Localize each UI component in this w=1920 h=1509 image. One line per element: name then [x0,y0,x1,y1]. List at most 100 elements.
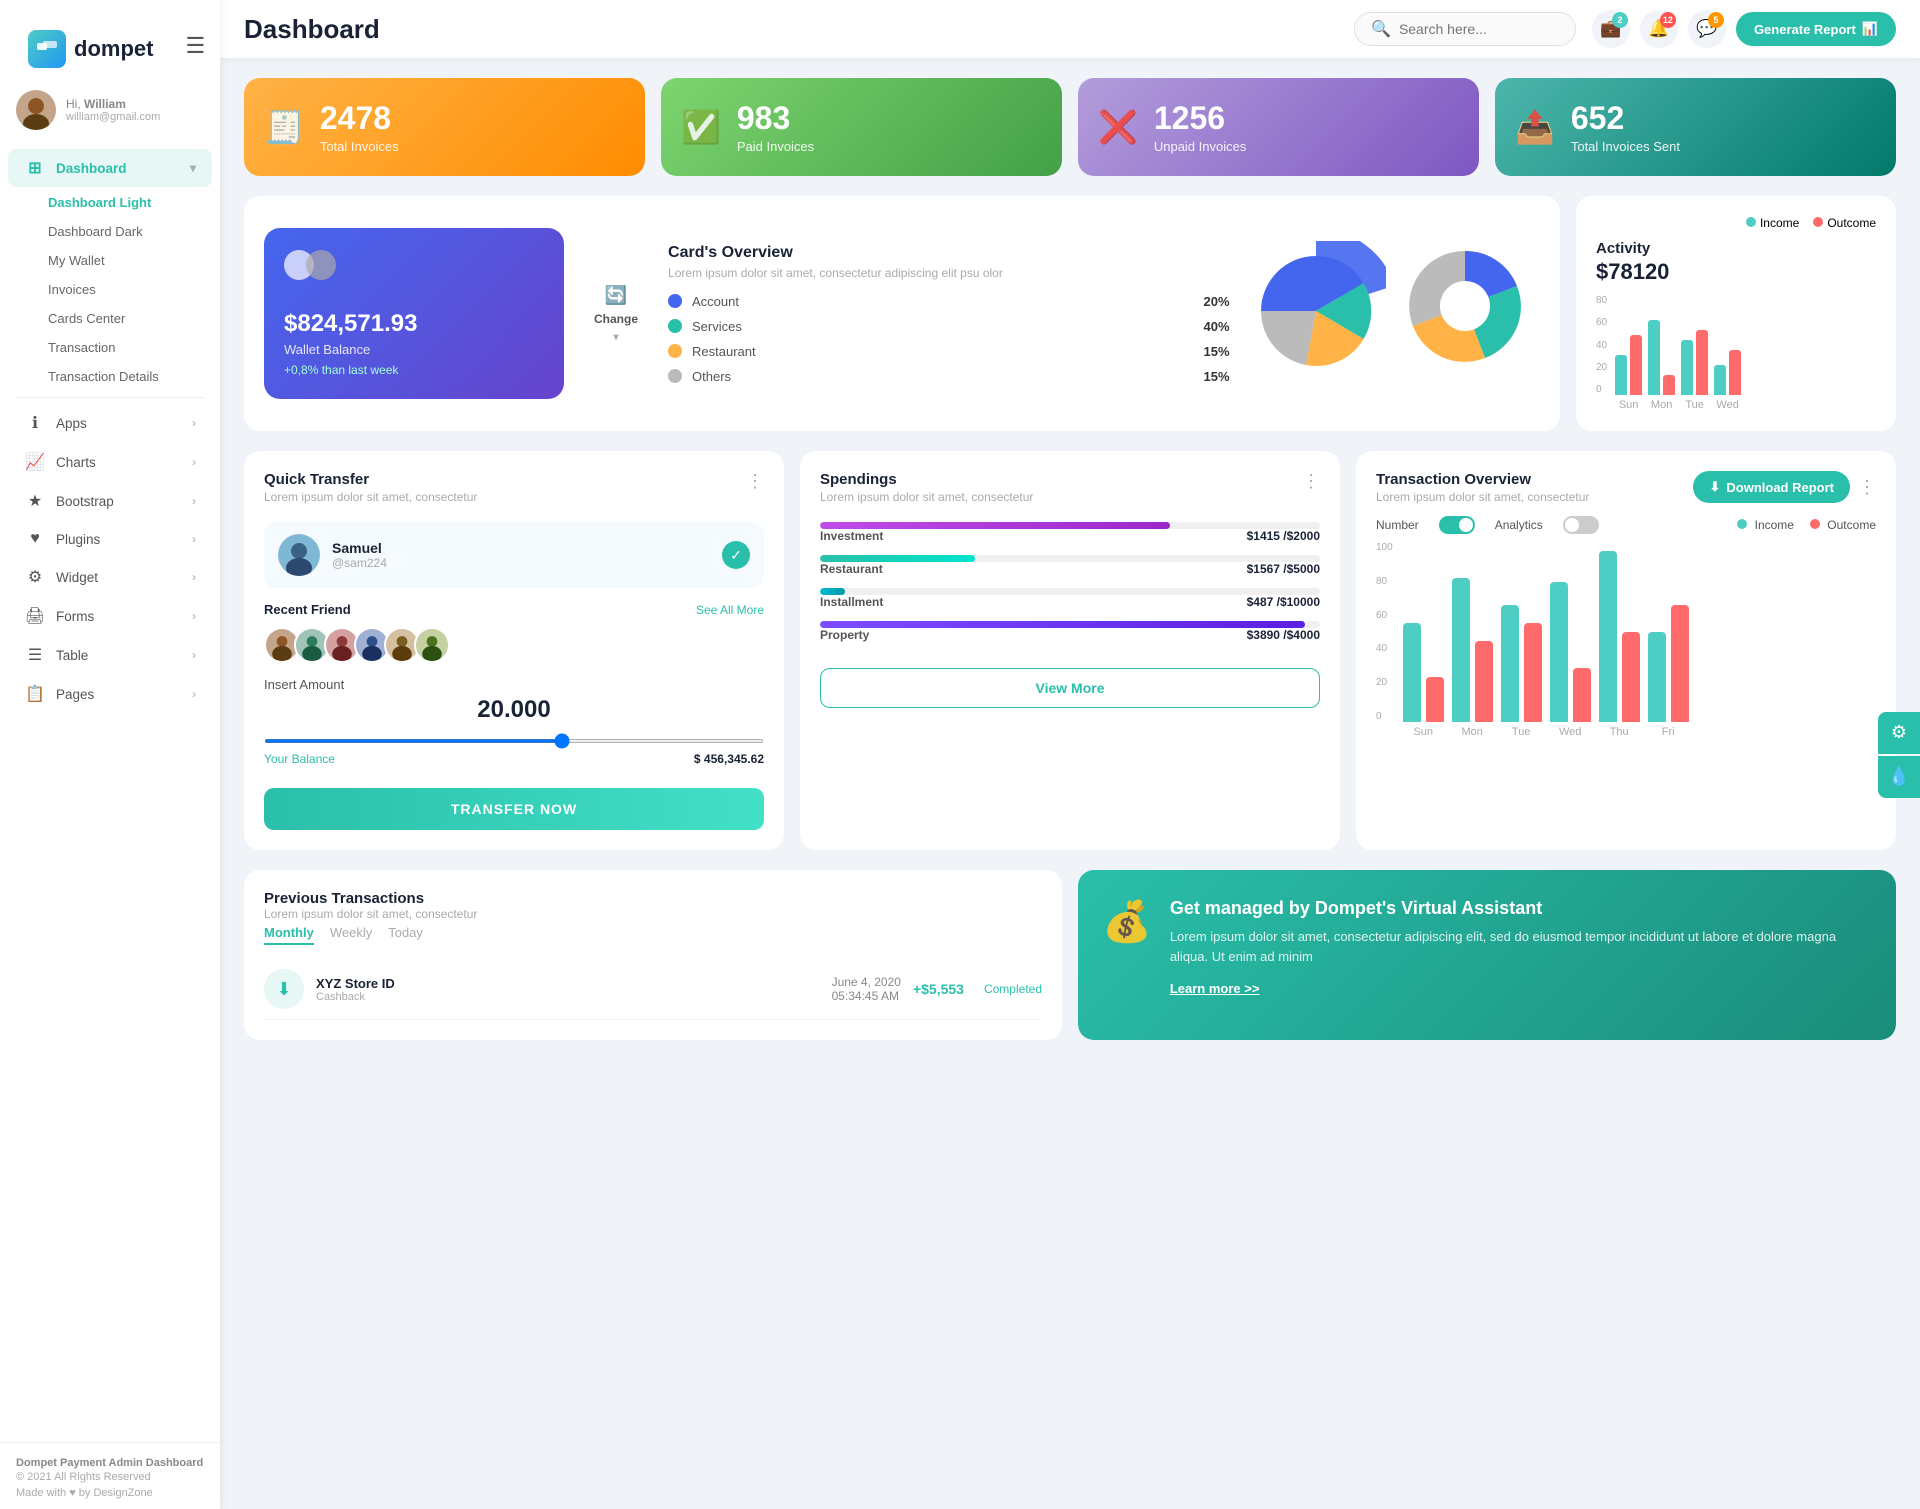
contact-name: Samuel [332,540,387,556]
spendings-desc: Lorem ipsum dolor sit amet, consectetur [820,490,1033,504]
transfer-now-button[interactable]: TRANSFER NOW [264,788,764,830]
prev-transactions-panel: Previous Transactions Lorem ipsum dolor … [244,870,1062,1040]
wallet-icon-btn[interactable]: 💼 2 [1592,10,1630,48]
water-drop-side-button[interactable]: 💧 [1878,756,1920,798]
va-icon: 💰 [1102,898,1152,945]
nav-sub-invoices[interactable]: Invoices [0,275,220,304]
chevron-right-icon-3: › [192,494,196,508]
charts-icon: 📈 [24,452,46,472]
overview-items: Account 20% Services 40% Restaurant 15% [668,294,1230,384]
installment-bar-fill [820,588,845,595]
balance-row: Your Balance $ 456,345.62 [264,752,764,766]
view-more-button[interactable]: View More [820,668,1320,708]
spendings-more-icon[interactable]: ⋮ [1302,471,1320,492]
big-chart-labels: Sun Mon Tue Wed Thu Fri [1403,726,1689,738]
nav-sub-dashboard-light[interactable]: Dashboard Light [0,188,220,217]
tab-monthly[interactable]: Monthly [264,925,314,945]
nav-item-pages[interactable]: 📋 Pages › [8,675,212,713]
search-icon: 🔍 [1371,19,1391,39]
bell-icon-btn[interactable]: 🔔 12 [1640,10,1678,48]
pie-chart [1246,241,1540,386]
overview-item-account: Account 20% [668,294,1230,309]
tx-income-legend: Income [1737,518,1794,532]
topbar: Dashboard 🔍 💼 2 🔔 12 💬 5 Generate Report… [220,0,1920,58]
refresh-icon: 🔄 [605,285,627,306]
wallet-circles [284,250,336,280]
dashboard-icon: ⊞ [24,158,46,178]
download-report-button[interactable]: ⬇ Download Report [1693,471,1850,503]
nav-item-table[interactable]: ☰ Table › [8,636,212,674]
tab-today[interactable]: Today [388,925,423,945]
bar-group-sun [1615,335,1642,395]
balance-label: Your Balance [264,752,335,766]
avatar [16,90,56,130]
nav-sub-transaction[interactable]: Transaction [0,333,220,362]
nav-item-charts[interactable]: 📈 Charts › [8,443,212,481]
footer-made: Made with ♥ by DesignZone [16,1487,204,1499]
spendings-title: Spendings [820,471,1033,488]
tx-outcome-legend: Outcome [1810,518,1876,532]
user-info: Hi, William william@gmail.com [66,97,160,123]
nav-item-plugins[interactable]: ♥ Plugins › [8,521,212,557]
spending-installment: Installment $487 /$10000 [820,588,1320,609]
tab-weekly[interactable]: Weekly [330,925,372,945]
tx-toggles: Number Analytics Income Outcome [1376,516,1876,534]
nav-sub-transaction-details[interactable]: Transaction Details [0,362,220,391]
chart-bar-icon: 📊 [1862,21,1878,37]
nav-sub-cards-center[interactable]: Cards Center [0,304,220,333]
generate-report-button[interactable]: Generate Report 📊 [1736,12,1896,46]
friends-avatars [264,627,764,663]
amount-slider[interactable] [264,739,764,743]
search-bar: 🔍 [1354,12,1576,46]
nav-item-dashboard[interactable]: ⊞ Dashboard ▾ [8,149,212,187]
settings-side-button[interactable]: ⚙ [1878,712,1920,754]
big-bar-tue [1501,605,1542,722]
see-all-link[interactable]: See All More [696,603,764,617]
others-dot [668,369,682,383]
more-options-icon[interactable]: ⋮ [746,471,764,492]
va-learn-more-link[interactable]: Learn more >> [1170,981,1260,996]
stat-num-paid: 983 [737,100,814,137]
hamburger-icon[interactable]: ☰ [169,15,221,77]
footer-brand: Dompet Payment Admin Dashboard [16,1457,204,1469]
spending-property: Property $3890 /$4000 [820,621,1320,642]
analytics-knob [1565,518,1579,532]
footer-made-text: Made with ♥ by DesignZone [16,1487,153,1499]
sidebar-footer: Dompet Payment Admin Dashboard © 2021 Al… [0,1442,220,1509]
number-toggle[interactable] [1439,516,1475,534]
overview-title: Card's Overview [668,244,1230,262]
nav-label-pages: Pages [56,687,94,702]
change-button[interactable]: 🔄 Change ▾ [580,277,652,351]
wallet-amount: $824,571.93 [284,310,544,338]
bar-chart [1615,295,1741,395]
stat-label-paid: Paid Invoices [737,139,814,154]
bootstrap-icon: ★ [24,491,46,511]
chat-icon-btn[interactable]: 💬 5 [1688,10,1726,48]
chevron-right-icon-7: › [192,648,196,662]
nav-sub-dashboard-dark[interactable]: Dashboard Dark [0,217,220,246]
stat-label-total: Total Invoices [320,139,399,154]
spending-restaurant: Restaurant $1567 /$5000 [820,555,1320,576]
nav-item-widget[interactable]: ⚙ Widget › [8,558,212,596]
contact-handle: @sam224 [332,556,387,570]
nav-item-apps[interactable]: ℹ Apps › [8,404,212,442]
activity-panel: Income Outcome Activity $78120 020406080 [1576,196,1896,431]
bar-group-tue [1681,330,1708,395]
card-panel: $824,571.93 Wallet Balance +0,8% than la… [244,196,1560,431]
analytics-toggle[interactable] [1563,516,1599,534]
chevron-right-icon-8: › [192,687,196,701]
tx-row-amount: +$5,553 [913,981,964,997]
search-input[interactable] [1399,21,1559,37]
nav-label-table: Table [56,648,88,663]
wallet-card: $824,571.93 Wallet Balance +0,8% than la… [264,228,564,399]
table-row: ⬇ XYZ Store ID Cashback June 4, 2020 05:… [264,959,1042,1020]
big-bar-chart [1403,542,1689,722]
tx-more-icon[interactable]: ⋮ [1858,477,1876,498]
restaurant-bar-fill [820,555,975,562]
stat-num-unpaid: 1256 [1154,100,1247,137]
nav-item-forms[interactable]: 🖨 Forms › [8,597,212,635]
tx-actions: ⬇ Download Report ⋮ [1693,471,1876,503]
nav-item-bootstrap[interactable]: ★ Bootstrap › [8,482,212,520]
topbar-actions: 💼 2 🔔 12 💬 5 Generate Report 📊 [1592,10,1896,48]
nav-sub-my-wallet[interactable]: My Wallet [0,246,220,275]
